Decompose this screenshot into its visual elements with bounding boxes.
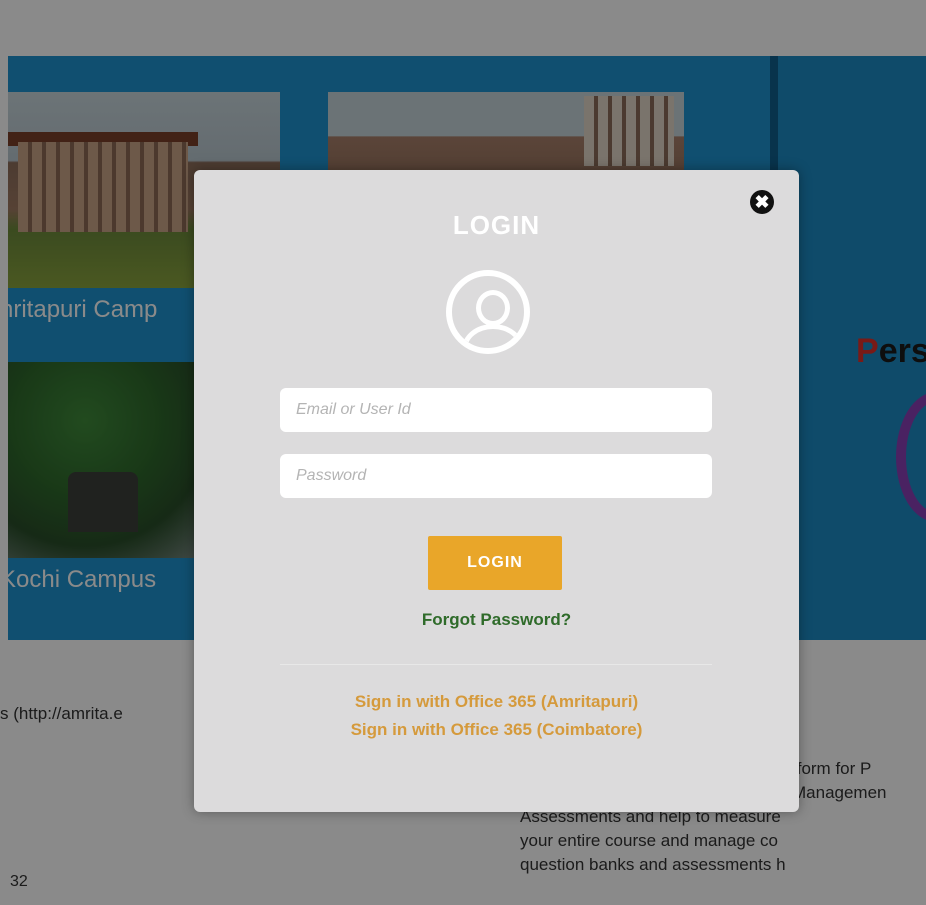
modal-title: LOGIN [452, 210, 541, 240]
user-avatar-icon [446, 270, 530, 354]
login-button[interactable]: LOGIN [428, 536, 562, 590]
office365-amritapuri-link[interactable]: Sign in with Office 365 (Amritapuri) [194, 692, 799, 712]
login-modal: ✖ LOGIN LOGIN Forgot Password? Sign in w… [194, 170, 799, 812]
email-input[interactable] [280, 388, 712, 432]
office365-coimbatore-link[interactable]: Sign in with Office 365 (Coimbatore) [194, 720, 799, 740]
password-input[interactable] [280, 454, 712, 498]
divider [280, 664, 712, 665]
forgot-password-link[interactable]: Forgot Password? [194, 610, 799, 630]
